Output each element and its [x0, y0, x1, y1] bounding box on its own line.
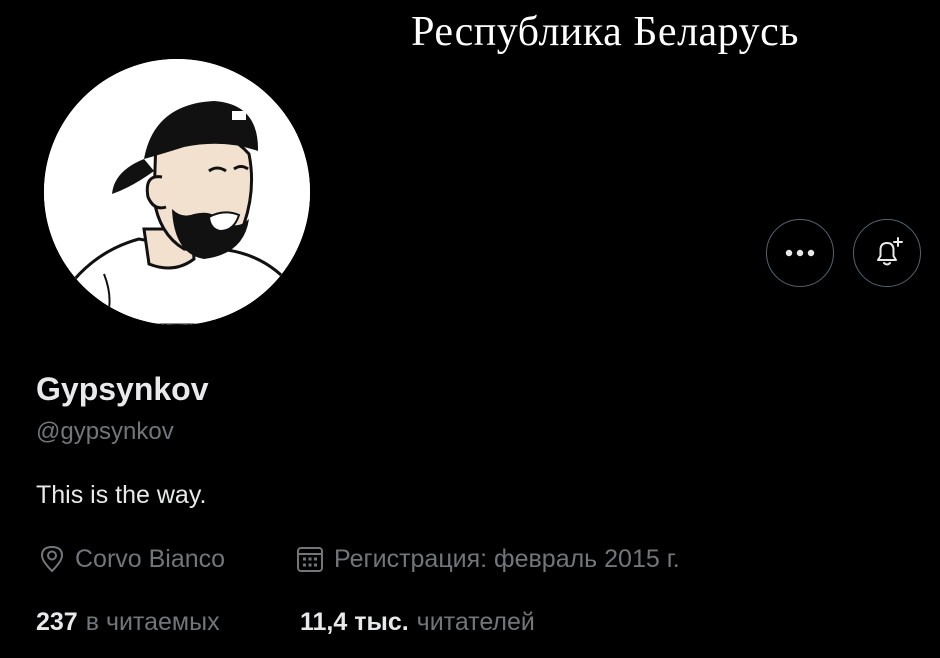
more-horizontal-icon: [785, 249, 815, 257]
notifications-button[interactable]: [853, 219, 921, 287]
avatar-illustration: [44, 59, 310, 325]
profile-name: Gypsynkov: [36, 371, 209, 407]
following-label: в читаемых: [85, 607, 220, 636]
joined-text: Регистрация: февраль 2015 г.: [334, 544, 680, 573]
profile-location: Corvo Bianco: [38, 542, 225, 576]
following-count: 237: [36, 607, 78, 636]
profile-bio: This is the way.: [36, 481, 207, 509]
followers-label: читателей: [416, 607, 535, 636]
followers-stat[interactable]: 11,4 тыс. читателей: [300, 605, 535, 639]
location-pin-icon: [40, 545, 64, 573]
avatar[interactable]: [42, 57, 312, 327]
profile-joined-date: Регистрация: февраль 2015 г.: [295, 542, 680, 576]
banner-title: Республика Беларусь: [411, 9, 799, 55]
followers-count: 11,4 тыс.: [300, 607, 409, 636]
more-options-button[interactable]: [766, 219, 834, 287]
profile-handle: @gypsynkov: [36, 418, 174, 445]
calendar-icon: [297, 547, 323, 572]
bell-plus-icon: [877, 237, 903, 266]
location-text: Corvo Bianco: [75, 544, 226, 573]
following-stat[interactable]: 237 в читаемых: [36, 605, 220, 639]
